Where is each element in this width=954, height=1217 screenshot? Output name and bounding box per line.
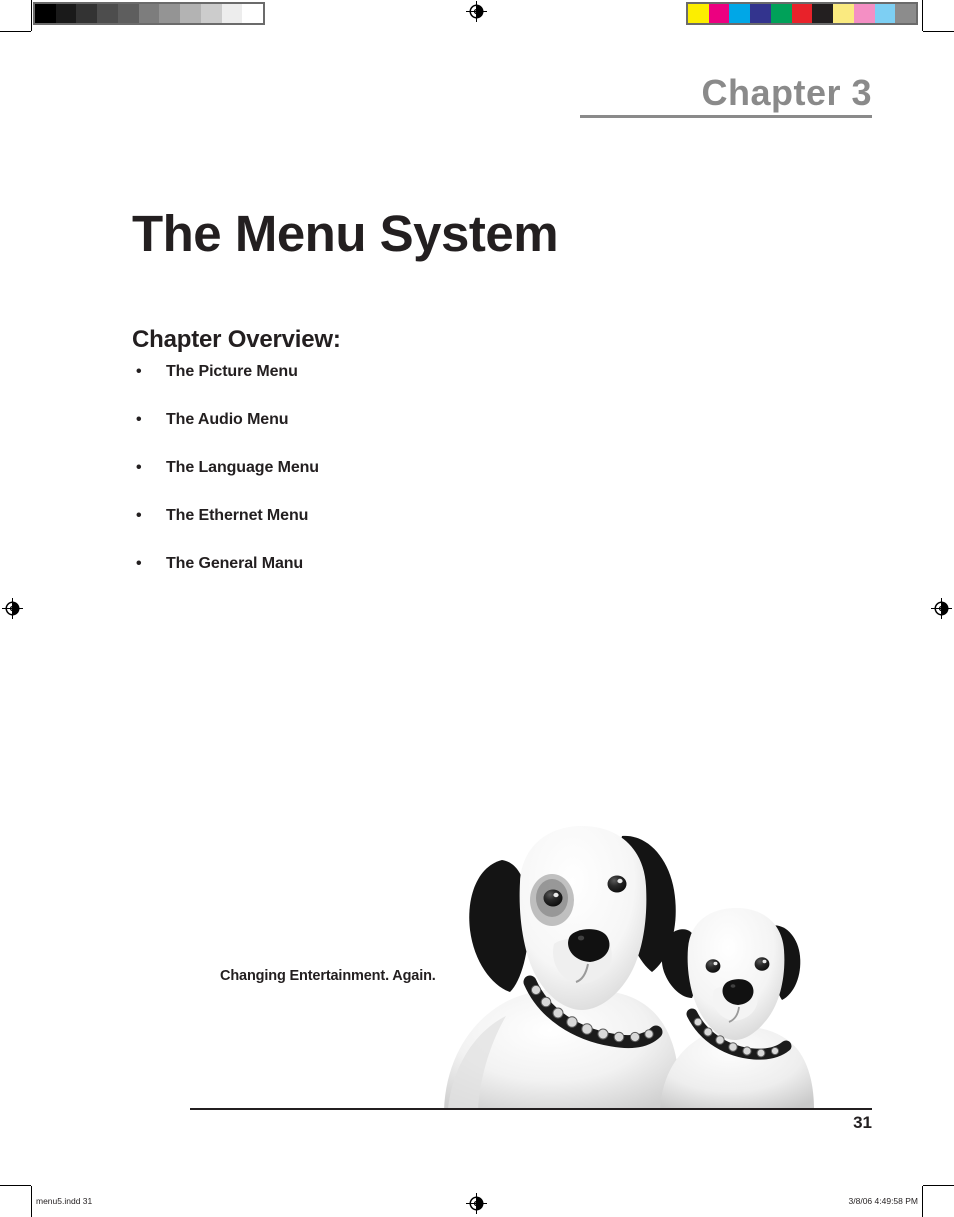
crop-mark-bottom-left-vertical [31, 1186, 32, 1217]
registration-target-mark-top [466, 1, 487, 22]
color-swatch-0 [688, 4, 709, 23]
color-swatch-1 [708, 4, 730, 23]
list-item: • The Audio Menu [132, 408, 632, 456]
chapter-overview-heading: Chapter Overview: [132, 325, 341, 353]
grayscale-swatch-5 [138, 4, 160, 23]
grayscale-swatch-7 [180, 4, 201, 23]
color-swatch-6 [812, 4, 834, 23]
color-swatch-5 [791, 4, 813, 23]
bullet-icon: • [136, 555, 142, 572]
bullet-icon: • [136, 507, 142, 524]
list-item: • The Language Menu [132, 456, 632, 504]
grayscale-swatch-4 [117, 4, 139, 23]
grayscale-swatch-10 [242, 4, 264, 23]
slug-timestamp: 3/8/06 4:49:58 PM [848, 1196, 918, 1206]
color-swatch-9 [874, 4, 896, 23]
list-item: • The Picture Menu [132, 360, 632, 408]
crop-mark-top-left-vertical [31, 0, 32, 31]
list-item: • The Ethernet Menu [132, 504, 632, 552]
bullet-icon: • [136, 459, 142, 476]
chapter-label: Chapter 3 [701, 72, 872, 113]
crop-mark-top-right-vertical [922, 0, 923, 31]
color-swatch-8 [853, 4, 875, 23]
page-footer-rule [190, 1108, 872, 1110]
page-number: 31 [853, 1113, 872, 1132]
document-page: Chapter 3 The Menu System Chapter Overvi… [0, 0, 954, 1217]
registration-target-mark-left [2, 598, 23, 619]
grayscale-calibration-bar [33, 2, 265, 25]
list-item-label: The Language Menu [166, 459, 319, 476]
list-item-label: The General Manu [166, 555, 304, 572]
grayscale-swatch-9 [221, 4, 243, 23]
grayscale-swatch-2 [76, 4, 98, 23]
slug-file-name: menu5.indd 31 [36, 1196, 93, 1206]
page-title: The Menu System [132, 205, 559, 263]
list-item: • The General Manu [132, 552, 632, 600]
registration-target-mark-bottom [466, 1193, 487, 1214]
color-calibration-bar [686, 2, 918, 25]
registration-target-mark-right [931, 598, 952, 619]
grayscale-swatch-3 [97, 4, 118, 23]
grayscale-swatch-8 [200, 4, 222, 23]
two-dogs-photo [436, 818, 816, 1110]
bullet-icon: • [136, 363, 142, 380]
crop-mark-bottom-left-horizontal [0, 1185, 31, 1186]
color-swatch-4 [770, 4, 792, 23]
list-item-label: The Picture Menu [166, 363, 298, 380]
list-item-label: The Audio Menu [166, 411, 289, 428]
grayscale-swatch-0 [35, 4, 56, 23]
color-swatch-3 [750, 4, 771, 23]
grayscale-swatch-1 [55, 4, 77, 23]
chapter-header: Chapter 3 [580, 74, 872, 118]
brand-tagline: Changing Entertainment. Again. [220, 968, 436, 984]
bullet-icon: • [136, 411, 142, 428]
crop-mark-bottom-right-vertical [922, 1186, 923, 1217]
color-swatch-2 [729, 4, 751, 23]
chapter-overview-list: • The Picture Menu • The Audio Menu • Th… [132, 360, 632, 600]
list-item-label: The Ethernet Menu [166, 507, 309, 524]
color-swatch-10 [895, 4, 917, 23]
color-swatch-7 [833, 4, 854, 23]
crop-mark-top-left-horizontal [0, 31, 31, 32]
crop-mark-bottom-right-horizontal [923, 1185, 954, 1186]
grayscale-swatch-6 [159, 4, 181, 23]
crop-mark-top-right-horizontal [923, 31, 954, 32]
